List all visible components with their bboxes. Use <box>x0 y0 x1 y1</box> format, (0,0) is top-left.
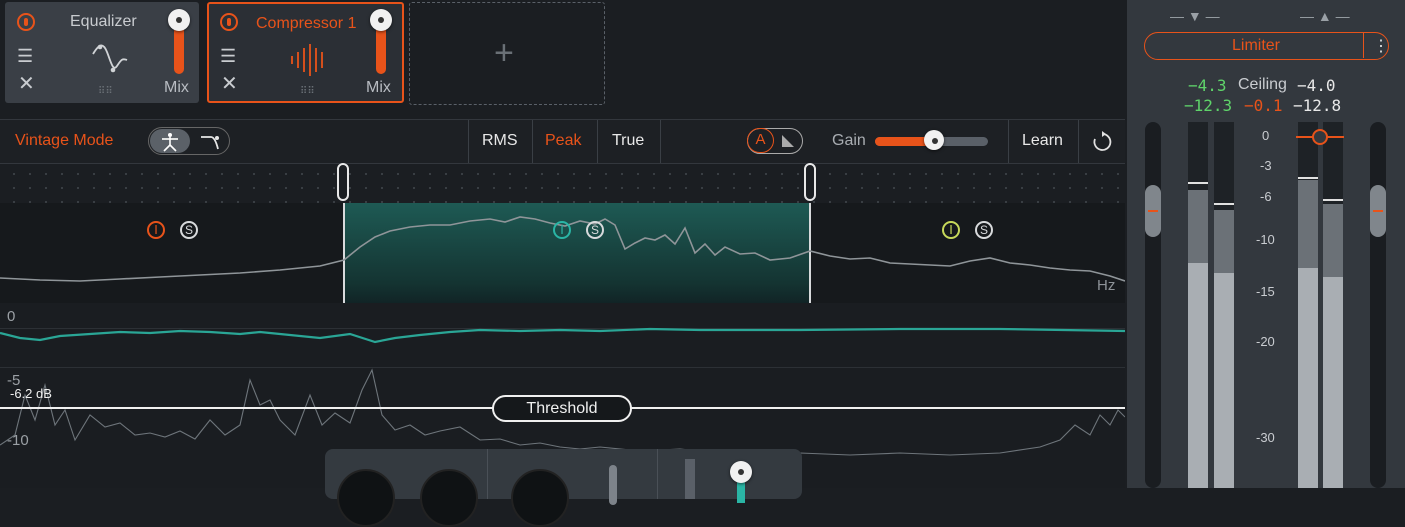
auto-gain-toggle[interactable]: A <box>747 128 803 154</box>
output-meter-left <box>1298 122 1318 488</box>
attack-knob[interactable] <box>337 469 395 527</box>
separator <box>487 449 488 499</box>
ceiling-handle[interactable] <box>1312 129 1328 145</box>
band-3-solo-button[interactable]: S <box>975 221 993 239</box>
band-2-solo-button[interactable]: S <box>586 221 604 239</box>
drag-handle-icon[interactable]: ⠿⠿ <box>98 82 113 102</box>
crossover-handle-low[interactable] <box>337 163 349 201</box>
plus-icon[interactable]: + <box>494 36 514 70</box>
band-1-solo-button[interactable]: S <box>180 221 198 239</box>
module-title: Equalizer <box>70 13 137 30</box>
scale-label: -15 <box>1256 284 1275 299</box>
reset-icon[interactable] <box>1091 131 1113 153</box>
ratio-knob[interactable] <box>511 469 569 527</box>
gain-reduction-trace <box>0 327 1125 344</box>
small-slider[interactable] <box>609 465 617 505</box>
mix-slider-knob[interactable] <box>370 9 392 31</box>
crossover-strip[interactable] <box>0 163 1125 203</box>
threshold-value: -6.2 dB <box>10 386 52 401</box>
knee-icon[interactable] <box>780 133 796 149</box>
power-icon[interactable] <box>17 13 35 31</box>
output-rms-value: −12.8 <box>1293 96 1342 115</box>
band-2-power-icon[interactable]: Ⅰ <box>553 221 571 239</box>
separator <box>1078 120 1079 163</box>
module-equalizer[interactable]: Equalizer ☰ ✕ ⠿⠿ Mix <box>5 2 199 103</box>
frequency-unit-label: Hz <box>1097 277 1116 294</box>
eq-curve-icon <box>92 44 128 73</box>
scale-label: -10 <box>1256 232 1275 247</box>
separator <box>597 120 598 163</box>
output-meter-right <box>1323 122 1343 488</box>
vintage-mode-button[interactable]: Vintage Mode <box>15 132 113 150</box>
input-gain-slider-knob[interactable] <box>1145 185 1161 237</box>
input-meter-left <box>1188 122 1208 488</box>
output-gain-slider-track[interactable] <box>1370 122 1386 488</box>
limiter-title: Limiter <box>1231 37 1280 54</box>
list-icon[interactable]: ☰ <box>17 46 33 66</box>
mix-label: Mix <box>164 79 189 96</box>
true-button[interactable]: True <box>612 132 644 150</box>
ceiling-value: −4.0 <box>1297 76 1336 95</box>
mix-label: Mix <box>366 79 391 96</box>
compressor-toolbar: Vintage Mode RMS Peak True A Gain Learn <box>0 119 1125 164</box>
input-peak-value: −4.3 <box>1188 76 1227 95</box>
compressor-icon <box>291 44 323 76</box>
input-rms-value: −12.3 <box>1184 96 1233 115</box>
band-gain-knob[interactable] <box>730 461 752 483</box>
scale-label: -3 <box>1260 158 1272 173</box>
learn-button[interactable]: Learn <box>1022 132 1063 150</box>
close-icon[interactable]: ✕ <box>221 74 238 94</box>
band-control-popup <box>325 449 802 527</box>
meter-scale: 0 -3 -6 -10 -15 -20 -30 <box>1250 122 1290 488</box>
stereo-person-icon <box>162 133 178 152</box>
mode-toggle[interactable] <box>148 127 230 155</box>
mix-slider-knob[interactable] <box>168 9 190 31</box>
gain-label: Gain <box>832 132 866 149</box>
expand-icon[interactable]: — ▲ — <box>1300 8 1350 24</box>
input-meter-right <box>1214 122 1234 488</box>
separator <box>1008 120 1009 163</box>
output-gain-slider-knob[interactable] <box>1370 185 1386 237</box>
more-icon[interactable]: ⋮ <box>1373 36 1389 56</box>
separator <box>660 120 661 163</box>
band-1-power-icon[interactable]: Ⅰ <box>147 221 165 239</box>
separator <box>468 120 469 163</box>
list-icon[interactable]: ☰ <box>220 46 236 66</box>
separator <box>1363 33 1364 58</box>
input-gain-slider-track[interactable] <box>1145 122 1161 488</box>
scale-label: 0 <box>1262 128 1270 143</box>
module-compressor[interactable]: Compressor 1 ☰ ✕ ⠿⠿ Mix <box>207 2 404 103</box>
gain-slider-knob[interactable] <box>923 130 944 150</box>
drag-handle-icon[interactable]: ⠿⠿ <box>300 82 315 102</box>
ceiling-label: Ceiling <box>1238 76 1287 93</box>
auto-a-button[interactable]: A <box>747 128 774 153</box>
peak-button[interactable]: Peak <box>545 132 581 150</box>
rms-button[interactable]: RMS <box>482 132 518 150</box>
band-3-power-icon[interactable]: Ⅰ <box>942 221 960 239</box>
close-icon[interactable]: ✕ <box>18 74 35 94</box>
power-icon[interactable] <box>220 13 238 31</box>
crossover-handle-high[interactable] <box>804 163 816 201</box>
scale-label: -20 <box>1256 334 1275 349</box>
gain-meter <box>685 459 695 499</box>
spectrum-curve <box>0 216 1125 282</box>
threshold-handle[interactable]: Threshold <box>492 395 632 422</box>
scale-label: -30 <box>1256 430 1275 445</box>
module-title: Compressor 1 <box>256 15 357 32</box>
curve-toggle-icon[interactable] <box>199 131 223 153</box>
gain-reduction-value: −0.1 <box>1244 96 1283 115</box>
collapse-icon[interactable]: — ▼ — <box>1170 8 1220 24</box>
release-knob[interactable] <box>420 469 478 527</box>
separator <box>657 449 658 499</box>
add-module-slot[interactable]: + <box>409 2 605 105</box>
separator <box>532 120 533 163</box>
limiter-selector[interactable]: Limiter ⋮ <box>1144 32 1389 60</box>
scale-label: -6 <box>1260 189 1272 204</box>
